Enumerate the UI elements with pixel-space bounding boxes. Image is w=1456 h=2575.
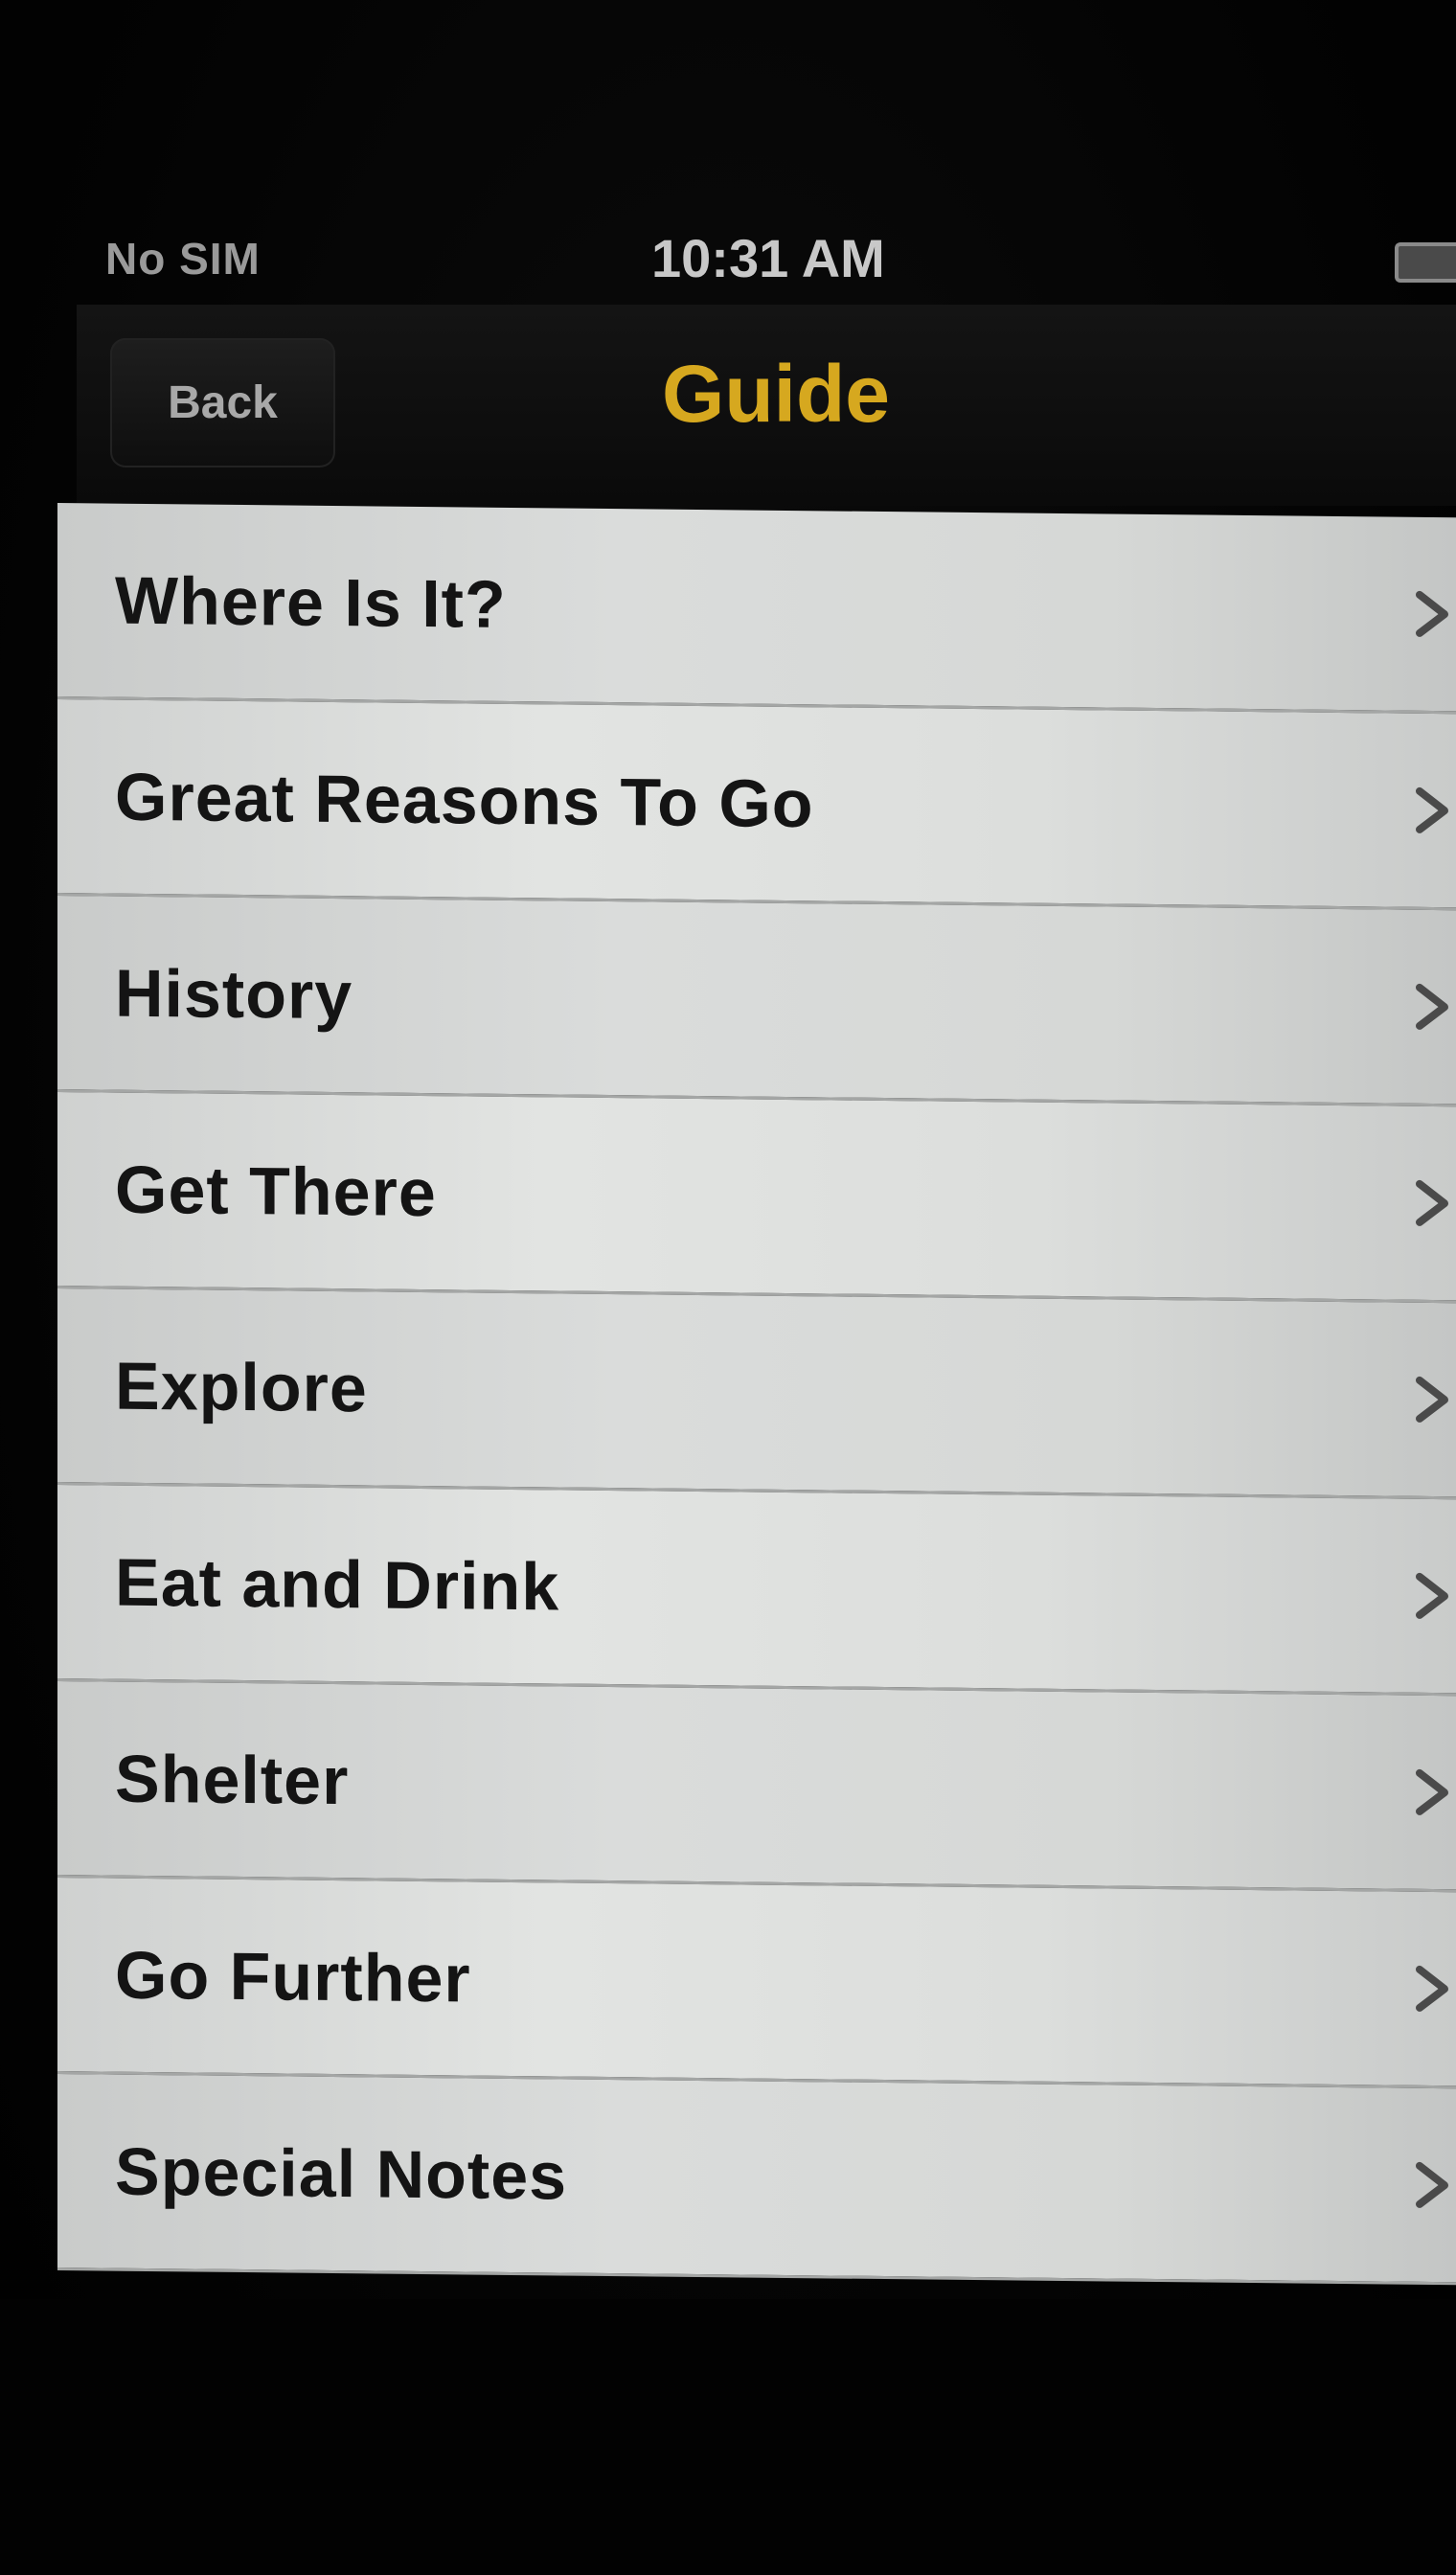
- list-item[interactable]: Explore: [57, 1288, 1456, 1500]
- guide-menu-list: Where Is It? Great Reasons To Go History…: [57, 503, 1456, 2294]
- list-item-label: Eat and Drink: [115, 1544, 560, 1625]
- list-item[interactable]: Where Is It?: [57, 503, 1456, 715]
- chevron-right-icon: [1416, 1965, 1448, 2012]
- chevron-right-icon: [1416, 1768, 1448, 1815]
- list-item-label: Great Reasons To Go: [115, 759, 814, 842]
- status-time: 10:31 AM: [651, 228, 885, 288]
- list-item[interactable]: Special Notes: [57, 2074, 1456, 2286]
- bottom-bezel: [0, 2299, 1456, 2575]
- battery-icon: [1395, 242, 1456, 283]
- list-item[interactable]: Eat and Drink: [57, 1485, 1456, 1697]
- list-item-label: History: [115, 955, 353, 1034]
- list-item-label: Go Further: [115, 1937, 471, 2017]
- list-item[interactable]: Great Reasons To Go: [57, 699, 1456, 911]
- list-item-label: Explore: [115, 1348, 368, 1426]
- list-item[interactable]: Shelter: [57, 1681, 1456, 1893]
- list-item-label: Shelter: [115, 1741, 350, 1819]
- chevron-right-icon: [1416, 983, 1448, 1030]
- chevron-right-icon: [1416, 1179, 1448, 1226]
- list-item-label: Get There: [115, 1151, 437, 1231]
- carrier-label: No SIM: [105, 234, 261, 284]
- status-bar: No SIM 10:31 AM: [77, 216, 1456, 307]
- list-item-label: Special Notes: [115, 2133, 568, 2214]
- list-item[interactable]: Go Further: [57, 1878, 1456, 2089]
- chevron-right-icon: [1416, 1376, 1448, 1423]
- list-item-label: Where Is It?: [115, 562, 507, 642]
- chevron-right-icon: [1416, 2161, 1448, 2208]
- chevron-right-icon: [1416, 590, 1448, 637]
- phone-screen: No SIM 10:31 AM Back Guide Where Is It? …: [0, 0, 1456, 2575]
- chevron-right-icon: [1416, 786, 1448, 833]
- list-item[interactable]: History: [57, 896, 1456, 1107]
- list-item[interactable]: Get There: [57, 1092, 1456, 1304]
- page-title: Guide: [661, 349, 890, 439]
- chevron-right-icon: [1416, 1572, 1448, 1619]
- navigation-bar: Back Guide: [77, 305, 1456, 506]
